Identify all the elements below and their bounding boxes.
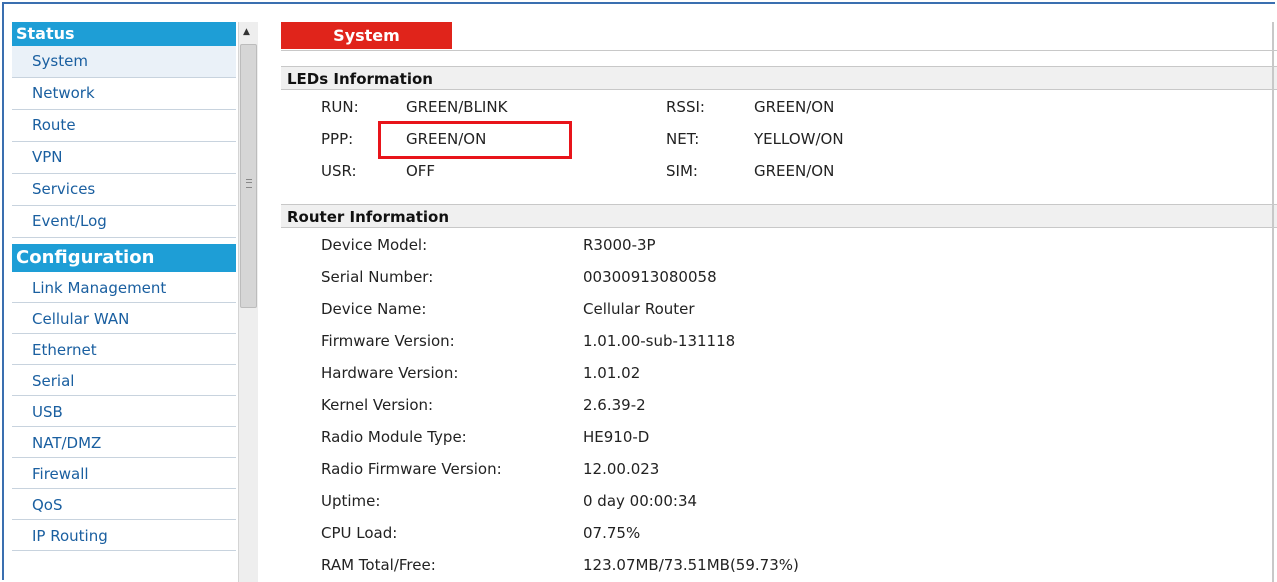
info-value: Cellular Router (583, 300, 695, 318)
content-right-border (1272, 22, 1274, 582)
led-value-run: GREEN/BLINK (406, 98, 508, 116)
info-key: Firmware Version: (321, 332, 455, 350)
info-value: 1.01.02 (583, 364, 641, 382)
led-label-usr: USR: (321, 162, 357, 180)
info-key: Kernel Version: (321, 396, 434, 414)
led-value-usr: OFF (406, 162, 436, 180)
info-key: Radio Firmware Version: (321, 460, 502, 478)
table-row: Radio Firmware Version: 12.00.023 (281, 453, 1277, 485)
configuration-section-header: Configuration (12, 244, 236, 272)
status-section-header: Status (12, 22, 236, 46)
table-row: Uptime: 0 day 00:00:34 (281, 485, 1277, 517)
title-divider (281, 50, 1277, 51)
info-key: Device Name: (321, 300, 427, 318)
led-row: USR: OFF SIM: GREEN/ON (281, 155, 1277, 187)
led-value-net: YELLOW/ON (754, 130, 844, 148)
led-label-sim: SIM: (666, 162, 698, 180)
info-value: 00300913080058 (583, 268, 717, 286)
sidebar-item-route[interactable]: Route (12, 110, 236, 142)
info-key: Hardware Version: (321, 364, 459, 382)
info-value: R3000-3P (583, 236, 656, 254)
triangle-up-icon[interactable]: ▲ (243, 27, 250, 37)
table-row: Device Name: Cellular Router (281, 293, 1277, 325)
table-row: CPU Load: 07.75% (281, 517, 1277, 549)
info-value: 0 day 00:00:34 (583, 492, 698, 510)
table-row: Device Model: R3000-3P (281, 229, 1277, 261)
sidebar-nav: Status System Network Route VPN Services… (12, 22, 236, 582)
table-row: RAM Total/Free: 123.07MB/73.51MB(59.73%) (281, 549, 1277, 581)
sidebar-item-qos[interactable]: QoS (12, 489, 236, 520)
sidebar-item-ethernet[interactable]: Ethernet (12, 334, 236, 365)
sidebar-item-event-log[interactable]: Event/Log (12, 206, 236, 238)
leds-section-header: LEDs Information (281, 66, 1277, 90)
led-label-net: NET: (666, 130, 700, 148)
sidebar-scrollbar[interactable]: ▲ (238, 22, 258, 582)
sidebar-item-cellular-wan[interactable]: Cellular WAN (12, 303, 236, 334)
table-row: Radio Module Type: HE910-D (281, 421, 1277, 453)
info-value: HE910-D (583, 428, 650, 446)
sidebar-item-system[interactable]: System (12, 46, 236, 78)
sidebar-item-nat-dmz[interactable]: NAT/DMZ (12, 427, 236, 458)
page-title: System (281, 22, 452, 49)
table-row: Firmware Version: 1.01.00-sub-131118 (281, 325, 1277, 357)
sidebar-item-ip-routing[interactable]: IP Routing (12, 520, 236, 551)
info-key: Device Model: (321, 236, 428, 254)
sidebar-item-services[interactable]: Services (12, 174, 236, 206)
info-value: 2.6.39-2 (583, 396, 646, 414)
led-value-rssi: GREEN/ON (754, 98, 835, 116)
info-key: Radio Module Type: (321, 428, 467, 446)
main-content: System LEDs Information RUN: GREEN/BLINK… (281, 22, 1277, 582)
info-value: 1.01.00-sub-131118 (583, 332, 736, 350)
grip-icon (246, 179, 252, 188)
sidebar-item-network[interactable]: Network (12, 78, 236, 110)
sidebar-item-firewall[interactable]: Firewall (12, 458, 236, 489)
scrollbar-thumb[interactable] (240, 44, 257, 308)
info-key: Uptime: (321, 492, 381, 510)
led-value-sim: GREEN/ON (754, 162, 835, 180)
table-row: Kernel Version: 2.6.39-2 (281, 389, 1277, 421)
table-row: Serial Number: 00300913080058 (281, 261, 1277, 293)
info-key: RAM Total/Free: (321, 556, 436, 574)
led-label-ppp: PPP: (321, 130, 354, 148)
sidebar-item-vpn[interactable]: VPN (12, 142, 236, 174)
led-row: RUN: GREEN/BLINK RSSI: GREEN/ON (281, 91, 1277, 123)
sidebar-item-link-management[interactable]: Link Management (12, 272, 236, 303)
led-label-run: RUN: (321, 98, 359, 116)
ppp-highlight-box (378, 121, 572, 159)
info-value: 07.75% (583, 524, 641, 542)
info-value: 123.07MB/73.51MB(59.73%) (583, 556, 799, 574)
led-label-rssi: RSSI: (666, 98, 705, 116)
info-key: CPU Load: (321, 524, 398, 542)
sidebar-item-serial[interactable]: Serial (12, 365, 236, 396)
sidebar-item-usb[interactable]: USB (12, 396, 236, 427)
info-value: 12.00.023 (583, 460, 660, 478)
info-key: Serial Number: (321, 268, 434, 286)
router-section-header: Router Information (281, 204, 1277, 228)
table-row: Hardware Version: 1.01.02 (281, 357, 1277, 389)
